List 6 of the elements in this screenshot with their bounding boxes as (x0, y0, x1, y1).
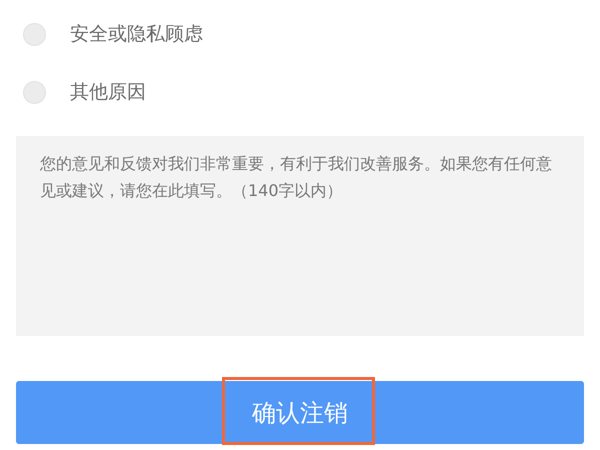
confirm-cancel-account-button[interactable]: 确认注销 (16, 381, 584, 444)
feedback-field[interactable]: 您的意见和反馈对我们非常重要，有利于我们改善服务。如果您有任何意见或建议，请您在此填写。（140字以内） (16, 136, 584, 336)
reason-label: 其他原因 (70, 80, 146, 105)
reason-label: 安全或隐私顾虑 (70, 22, 203, 47)
radio-button[interactable] (23, 80, 46, 104)
radio-button[interactable] (23, 22, 46, 46)
